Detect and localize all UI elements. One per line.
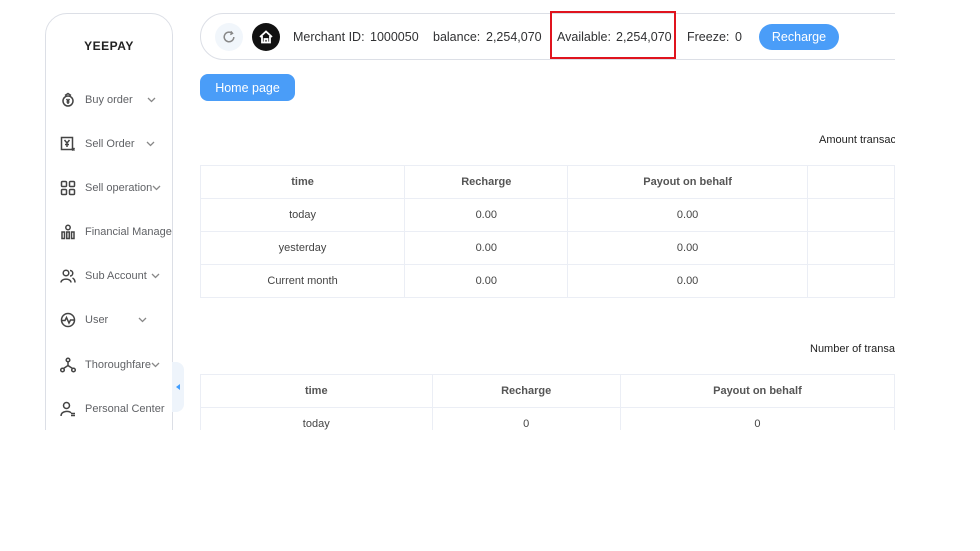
table-cell: 0	[619, 407, 895, 430]
table-row: Current month 0.00 0.00	[199, 264, 895, 298]
sidebar-item-buy-order[interactable]: Buy order	[60, 90, 172, 110]
sidebar-item-label: Thoroughfare	[85, 359, 152, 371]
sidebar: YEEPAY Buy order Sell Order Sell operati…	[45, 13, 173, 430]
chevron-down-icon	[151, 270, 160, 282]
merchant-info-bar: Merchant ID: 1000050 balance: 2,254,070 …	[200, 11, 895, 60]
sidebar-item-user[interactable]: User	[60, 310, 172, 330]
column-header: Payout on behalf	[619, 374, 895, 408]
chevron-down-icon	[151, 359, 160, 371]
balance-label: balance:	[433, 30, 481, 44]
caret-left-icon	[176, 384, 180, 390]
recharge-button[interactable]: Recharge	[759, 24, 839, 50]
refresh-button[interactable]	[215, 23, 243, 51]
sidebar-item-sell-operation[interactable]: Sell operation	[60, 178, 172, 198]
table-cell: today	[200, 407, 433, 430]
number-transactions-table: time Recharge Payout on behalf today 0 0	[200, 374, 895, 430]
amount-section-title: Amount transacti	[819, 134, 895, 146]
table-cell	[806, 198, 895, 232]
sidebar-item-personal-center[interactable]: Personal Center	[60, 399, 172, 419]
table-cell: 0.00	[567, 198, 808, 232]
refresh-icon	[223, 30, 235, 43]
merchant-id-value: 1000050	[370, 30, 419, 44]
sidebar-collapse-toggle[interactable]	[172, 362, 184, 412]
table-cell: yesterday	[199, 231, 406, 265]
sidebar-item-label: Buy order	[85, 94, 133, 106]
app-viewport: YEEPAY Buy order Sell Order Sell operati…	[0, 0, 895, 430]
table-cell: 0.00	[567, 264, 808, 298]
chevron-down-icon	[146, 138, 155, 150]
sidebar-item-sub-account[interactable]: Sub Account	[60, 266, 172, 286]
table-cell: 0.00	[404, 198, 569, 232]
freeze-value: 0	[735, 30, 742, 44]
balance-value: 2,254,070	[486, 30, 542, 44]
chevron-down-icon	[138, 314, 147, 326]
pulse-icon	[60, 312, 76, 328]
column-header: time	[199, 165, 406, 199]
table-cell: 0.00	[404, 264, 569, 298]
sidebar-item-financial-management[interactable]: Financial Management	[60, 222, 172, 242]
buy-order-icon	[60, 92, 76, 108]
brand-logo-text: YEEPAY	[84, 39, 134, 53]
yen-document-icon	[60, 136, 76, 152]
amount-transactions-table: time Recharge Payout on behalf today 0.0…	[199, 165, 895, 298]
home-icon	[259, 30, 273, 44]
table-cell	[806, 231, 895, 265]
sidebar-item-sell-order[interactable]: Sell Order	[60, 134, 172, 154]
user-card-icon	[60, 401, 76, 417]
freeze-label: Freeze:	[687, 30, 730, 44]
sidebar-item-label: Sub Account	[85, 270, 147, 282]
table-cell: today	[199, 198, 406, 232]
sidebar-item-thoroughfare[interactable]: Thoroughfare	[60, 355, 172, 375]
table-row: today 0.00 0.00	[199, 198, 895, 232]
table-cell: 0.00	[567, 231, 808, 265]
table-row: today 0 0	[200, 407, 895, 430]
bar-chart-icon	[60, 224, 76, 240]
sidebar-item-label: Financial Management	[85, 226, 172, 238]
chevron-down-icon	[147, 94, 156, 106]
home-button[interactable]	[252, 23, 280, 51]
available-highlight-box	[550, 11, 676, 59]
sidebar-item-label: Sell Order	[85, 138, 135, 150]
home-page-tab[interactable]: Home page	[200, 74, 295, 101]
sidebar-item-label: Sell operation	[85, 182, 153, 194]
grid-icon	[60, 180, 76, 196]
table-cell: 0	[431, 407, 621, 430]
table-row: yesterday 0.00 0.00	[199, 231, 895, 265]
table-cell: 0.00	[404, 231, 569, 265]
column-header: Payout on behalf	[567, 165, 808, 199]
column-header: Recharge	[431, 374, 621, 408]
sidebar-item-label: Personal Center	[85, 403, 165, 415]
column-header	[806, 165, 895, 199]
table-header-row: time Recharge Payout on behalf	[200, 374, 895, 408]
table-cell	[806, 264, 895, 298]
column-header: Recharge	[404, 165, 569, 199]
chevron-down-icon	[152, 182, 161, 194]
merchant-id-label: Merchant ID:	[293, 30, 365, 44]
count-section-title: Number of transacti	[810, 343, 895, 355]
sidebar-item-label: User	[85, 314, 109, 326]
network-icon	[60, 357, 76, 373]
column-header: time	[200, 374, 433, 408]
users-icon	[60, 268, 76, 284]
table-header-row: time Recharge Payout on behalf	[199, 165, 895, 199]
table-cell: Current month	[199, 264, 406, 298]
